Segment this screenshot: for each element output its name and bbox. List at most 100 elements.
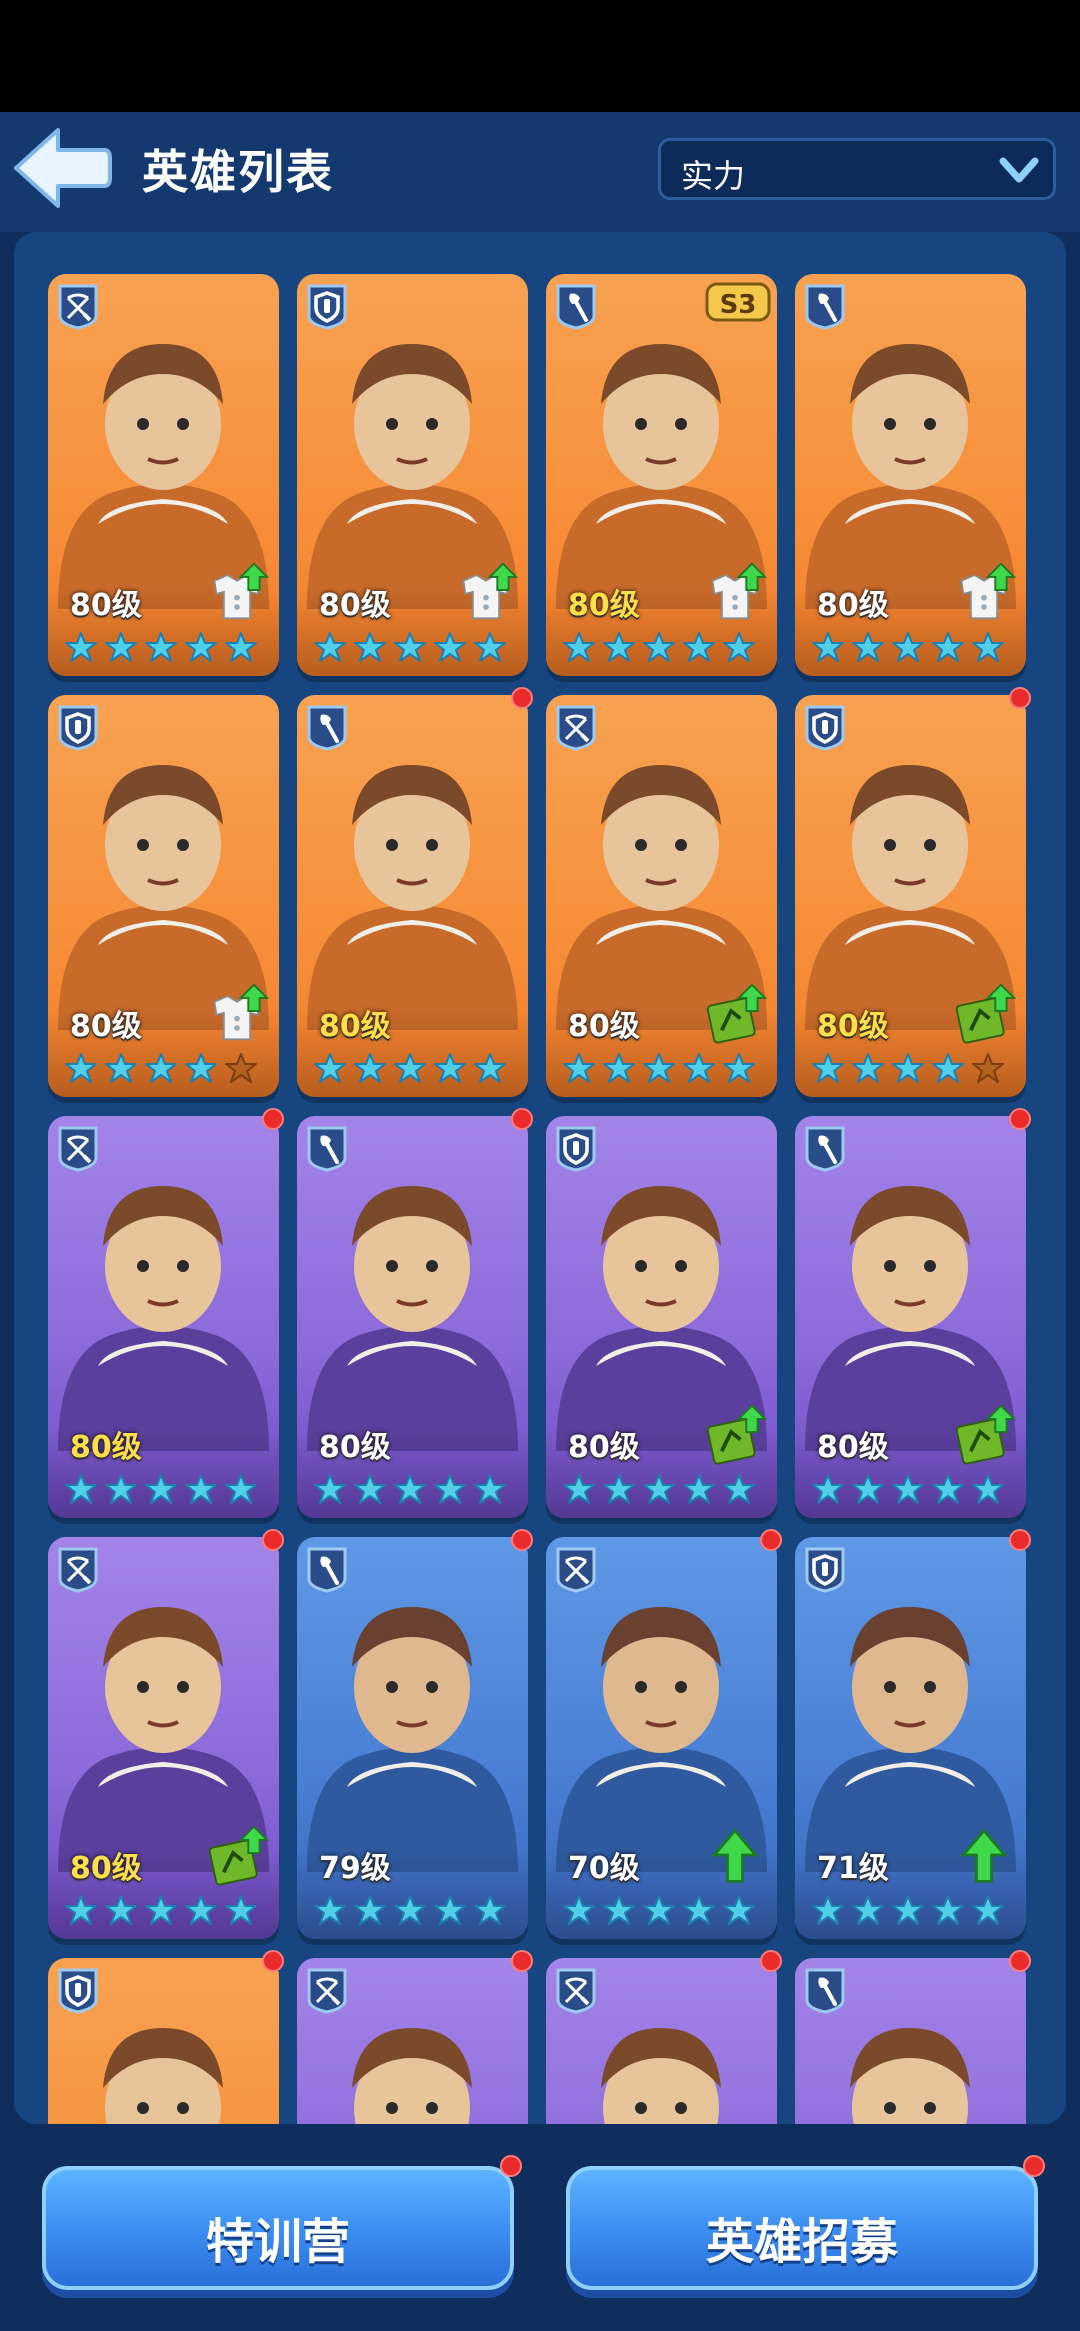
star-rating (65, 1474, 257, 1504)
star-icon (603, 1474, 635, 1504)
star-icon (434, 632, 466, 662)
star-icon (474, 1053, 506, 1083)
star-icon (723, 1053, 755, 1083)
star-icon (643, 632, 675, 662)
hero-card[interactable]: 70级 (546, 1537, 777, 1939)
hero-level: 80级 (70, 1430, 142, 1465)
star-rating (314, 1895, 506, 1925)
hero-card[interactable]: 71级 (795, 1537, 1026, 1939)
star-icon (723, 1895, 755, 1925)
hero-list-panel[interactable]: 80级 80级 S3 80级 80级 80级 80级 80级 80级 80级 80级 80级 80级 80… (14, 232, 1066, 2124)
crossbow-icon (554, 1966, 598, 2014)
hero-card[interactable] (48, 1958, 279, 2124)
hero-card[interactable]: 80级 (795, 695, 1026, 1097)
hero-card[interactable]: 80级 (297, 695, 528, 1097)
hero-card[interactable]: 80级 (48, 1537, 279, 1939)
crossbow-icon (554, 703, 598, 751)
star-icon (812, 1053, 844, 1083)
hero-level: 71级 (817, 1851, 889, 1886)
manual-upgrade-icon (952, 1402, 1017, 1466)
star-icon (683, 1053, 715, 1083)
hero-recruit-button[interactable]: 英雄招募 (566, 2166, 1038, 2290)
star-icon (145, 1895, 177, 1925)
crossbow-icon (554, 1545, 598, 1593)
notification-dot (511, 1529, 533, 1551)
star-icon (563, 1053, 595, 1083)
star-rating (314, 632, 506, 662)
star-icon (394, 1895, 426, 1925)
sort-dropdown[interactable]: 实力 (658, 138, 1056, 200)
star-rating (812, 1053, 1004, 1083)
star-icon (105, 1474, 137, 1504)
shovel-icon (803, 1124, 847, 1172)
star-icon (354, 632, 386, 662)
notification-dot (1009, 1108, 1031, 1130)
hero-card[interactable]: 80级 (795, 274, 1026, 676)
hero-level: 80级 (817, 1009, 889, 1044)
shield-icon (803, 703, 847, 751)
hero-card[interactable]: 80级 (48, 695, 279, 1097)
outfit-upgrade-icon (703, 560, 768, 624)
notification-dot (511, 687, 533, 709)
shovel-icon (803, 282, 847, 330)
sort-selected-label: 实力 (681, 157, 746, 195)
hero-card[interactable] (795, 1958, 1026, 2124)
star-icon (474, 1474, 506, 1504)
star-icon (225, 1053, 257, 1083)
hero-level: 80级 (70, 588, 142, 623)
star-icon (225, 1895, 257, 1925)
star-icon (563, 1474, 595, 1504)
notification-dot (760, 1950, 782, 1972)
hero-card[interactable] (297, 1958, 528, 2124)
star-icon (683, 632, 715, 662)
hero-card[interactable]: 79级 (297, 1537, 528, 1939)
hero-card[interactable]: 80级 (48, 1116, 279, 1518)
notification-dot (1009, 1529, 1031, 1551)
hero-card[interactable]: 80级 (795, 1116, 1026, 1518)
star-icon (683, 1895, 715, 1925)
hero-card[interactable]: 80级 (48, 274, 279, 676)
crossbow-icon (56, 282, 100, 330)
notification-dot (500, 2155, 522, 2177)
star-icon (105, 1053, 137, 1083)
star-icon (105, 1895, 137, 1925)
shield-icon (305, 282, 349, 330)
star-icon (852, 1053, 884, 1083)
hero-level: 80级 (319, 1009, 391, 1044)
star-rating (563, 1053, 755, 1083)
star-icon (314, 1895, 346, 1925)
notification-dot (1009, 1950, 1031, 1972)
star-rating (812, 1474, 1004, 1504)
outfit-upgrade-icon (454, 560, 519, 624)
shovel-icon (554, 282, 598, 330)
star-rating (563, 1895, 755, 1925)
star-icon (643, 1895, 675, 1925)
shield-icon (56, 703, 100, 751)
hero-level: 80级 (319, 588, 391, 623)
star-icon (354, 1474, 386, 1504)
hero-card[interactable]: S3 80级 (546, 274, 777, 676)
hero-card[interactable]: 80级 (297, 274, 528, 676)
hero-card[interactable] (546, 1958, 777, 2124)
star-icon (812, 632, 844, 662)
star-icon (932, 1474, 964, 1504)
notification-dot (262, 1529, 284, 1551)
hero-card[interactable]: 80级 (546, 695, 777, 1097)
shovel-icon (305, 1124, 349, 1172)
back-arrow-icon (14, 128, 112, 208)
star-icon (185, 632, 217, 662)
notification-dot (262, 1950, 284, 1972)
outfit-upgrade-icon (205, 981, 270, 1045)
manual-upgrade-icon (703, 981, 768, 1045)
training-camp-button[interactable]: 特训营 (42, 2166, 514, 2290)
shovel-icon (305, 1545, 349, 1593)
hero-card[interactable]: 80级 (297, 1116, 528, 1518)
back-button[interactable] (12, 124, 112, 212)
chevron-down-icon (999, 157, 1039, 183)
hero-level: 80级 (319, 1430, 391, 1465)
star-icon (603, 632, 635, 662)
star-icon (932, 632, 964, 662)
star-icon (145, 632, 177, 662)
star-rating (563, 1474, 755, 1504)
hero-card[interactable]: 80级 (546, 1116, 777, 1518)
